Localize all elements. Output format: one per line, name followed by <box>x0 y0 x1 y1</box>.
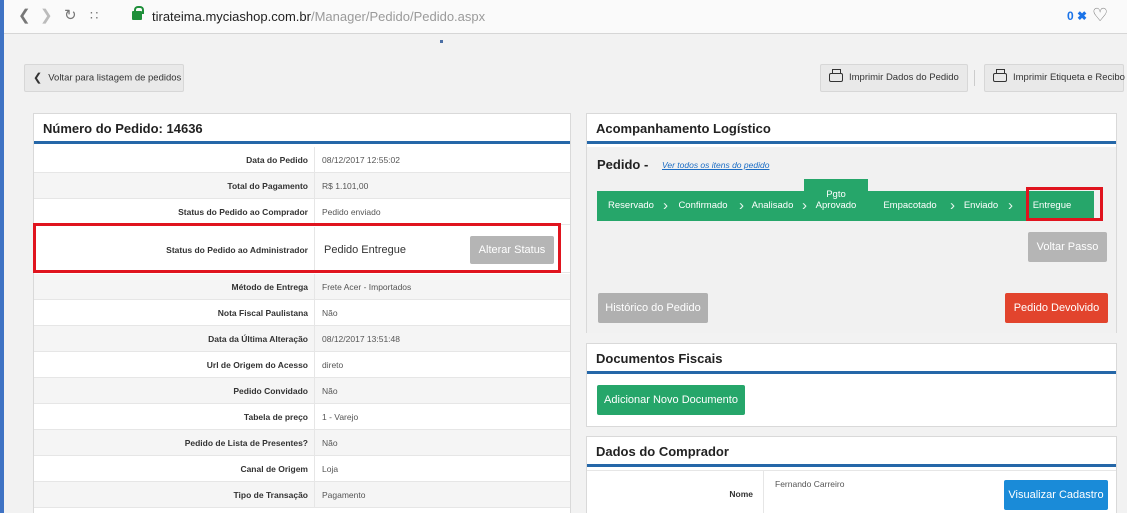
table-row: Tabela de preço 1 - Varejo <box>34 404 570 430</box>
status-highlight-box <box>33 223 561 273</box>
add-document-button[interactable]: Adicionar Novo Documento <box>597 385 745 415</box>
row-label: Nota Fiscal Paulistana <box>34 300 315 325</box>
chevron-right-icon: › <box>950 197 955 214</box>
back-step-button[interactable]: Voltar Passo <box>1028 232 1107 262</box>
chevron-right-icon: › <box>1008 197 1013 214</box>
row-label: Data da Última Alteração <box>34 326 315 351</box>
row-label: Url de Origem do Acesso <box>34 352 315 377</box>
chevron-right-icon: › <box>663 197 668 214</box>
reload-icon[interactable]: ↻ <box>64 8 77 24</box>
order-number-title: Número do Pedido: 14636 <box>34 114 570 144</box>
row-label: Tipo de Transação <box>34 482 315 507</box>
table-row: Tipo de Transação Pagamento <box>34 482 570 508</box>
row-value: Frete Acer - Importados <box>322 282 412 292</box>
row-value: Não <box>322 308 338 318</box>
table-row: Total do Pagamento R$ 1.101,00 <box>34 173 570 199</box>
back-to-list-button[interactable]: ❮ Voltar para listagem de pedidos <box>24 64 184 92</box>
apps-grid-icon[interactable]: ∷ <box>90 8 98 24</box>
row-value: 08/12/2017 12:55:02 <box>322 155 400 165</box>
heart-icon[interactable]: ♡ <box>1092 5 1108 26</box>
row-label: Total do Pagamento <box>34 173 315 198</box>
row-value: 1 - Varejo <box>322 412 359 422</box>
step-highlight-box <box>1026 187 1103 221</box>
table-row: Canal de Origem Loja <box>34 456 570 482</box>
printer-icon <box>993 68 1007 82</box>
row-label: Status do Pedido ao Comprador <box>34 199 315 224</box>
chevron-right-icon: › <box>802 197 807 214</box>
printer-icon <box>829 68 843 82</box>
row-value: direto <box>322 360 344 370</box>
order-returned-button[interactable]: Pedido Devolvido <box>1005 293 1108 323</box>
row-label: Data do Pedido <box>34 147 315 172</box>
row-value: 08/12/2017 13:51:48 <box>322 334 400 344</box>
print-order-data-label: Imprimir Dados do Pedido <box>849 72 959 83</box>
row-value: R$ 1.101,00 <box>322 181 369 191</box>
row-label: Método de Entrega <box>34 274 315 299</box>
row-label: Canal de Origem <box>34 456 315 481</box>
table-row: Pedido Convidado Não <box>34 378 570 404</box>
table-row: Url de Origem do Acesso direto <box>34 352 570 378</box>
browser-toolbar: ❮ ❯ ↻ ∷ tirateima.myciashop.com.br/Manag… <box>4 0 1127 34</box>
table-row: Data do Pedido 08/12/2017 12:55:02 <box>34 147 570 173</box>
buyer-data-panel: Dados do Comprador Nome Fernando Carreir… <box>586 436 1117 513</box>
step-empacotado: Empacotado › <box>868 191 955 221</box>
step-analisado: Analisado › <box>741 191 807 221</box>
back-to-list-label: Voltar para listagem de pedidos <box>48 72 182 84</box>
logistics-panel: Acompanhamento Logístico Pedido - Ver to… <box>586 113 1117 333</box>
chevron-right-icon: › <box>739 197 744 214</box>
step-reservado: Reservado › <box>597 191 668 221</box>
forward-arrow-icon[interactable]: ❯ <box>40 8 53 24</box>
step-confirmado: Confirmado › <box>665 191 744 221</box>
table-row: Nota Fiscal Paulistana Não <box>34 300 570 326</box>
step-enviado: Enviado › <box>952 191 1013 221</box>
row-label: Pedido Convidado <box>34 378 315 403</box>
table-row: Data da Última Alteração 08/12/2017 13:5… <box>34 326 570 352</box>
buyer-name-label: Nome <box>587 471 764 513</box>
buyer-title: Dados do Comprador <box>587 437 1116 467</box>
row-value: Loja <box>322 464 339 474</box>
chevron-left-icon: ❮ <box>33 72 43 84</box>
logistics-title: Acompanhamento Logístico <box>587 114 1116 144</box>
row-value: Não <box>322 438 338 448</box>
lock-icon <box>132 6 144 20</box>
browser-window: ❮ ❯ ↻ ∷ tirateima.myciashop.com.br/Manag… <box>4 0 1127 513</box>
table-row: Método de Entrega Frete Acer - Importado… <box>34 274 570 300</box>
row-value: Pagamento <box>322 490 366 500</box>
logistics-body: Pedido - Ver todos os itens do pedido Re… <box>587 147 1116 333</box>
print-label-label: Imprimir Etiqueta e Recibo <box>1013 72 1125 83</box>
row-label: Pedido de Lista de Presentes? <box>34 430 315 455</box>
tab-indicator <box>440 40 443 43</box>
print-label-button[interactable]: Imprimir Etiqueta e Recibo <box>984 64 1125 92</box>
row-label: Tabela de preço <box>34 404 315 429</box>
row-value: Não <box>322 386 338 396</box>
buyer-name-value: Fernando Carreiro <box>775 479 845 489</box>
extension-badge[interactable]: 0 ✖ <box>1067 9 1087 23</box>
fiscal-title: Documentos Fiscais <box>587 344 1116 374</box>
view-registration-button[interactable]: Visualizar Cadastro <box>1004 480 1108 510</box>
url-domain: tirateima.myciashop.com.br <box>152 9 311 24</box>
order-details-panel: Número do Pedido: 14636 Data do Pedido 0… <box>33 113 571 513</box>
pedido-label: Pedido - <box>597 157 649 172</box>
step-pgto-aprovado: Pgto Aprovado <box>804 179 868 221</box>
order-history-button[interactable]: Histórico do Pedido <box>598 293 708 323</box>
buyer-name-row: Nome Fernando Carreiro Visualizar Cadast… <box>587 470 1116 513</box>
fiscal-documents-panel: Documentos Fiscais Adicionar Novo Docume… <box>586 343 1117 427</box>
toolbar-divider <box>974 70 975 86</box>
url-path: /Manager/Pedido/Pedido.aspx <box>310 9 486 24</box>
back-arrow-icon[interactable]: ❮ <box>18 8 31 24</box>
table-row: Status do Pedido ao Comprador Pedido env… <box>34 199 570 225</box>
see-all-items-link[interactable]: Ver todos os itens do pedido <box>662 160 769 170</box>
address-bar[interactable]: tirateima.myciashop.com.br/Manager/Pedid… <box>152 6 485 28</box>
table-row: Pedido de Lista de Presentes? Não <box>34 430 570 456</box>
print-order-data-button[interactable]: Imprimir Dados do Pedido <box>820 64 968 92</box>
row-value: Pedido enviado <box>322 207 381 217</box>
